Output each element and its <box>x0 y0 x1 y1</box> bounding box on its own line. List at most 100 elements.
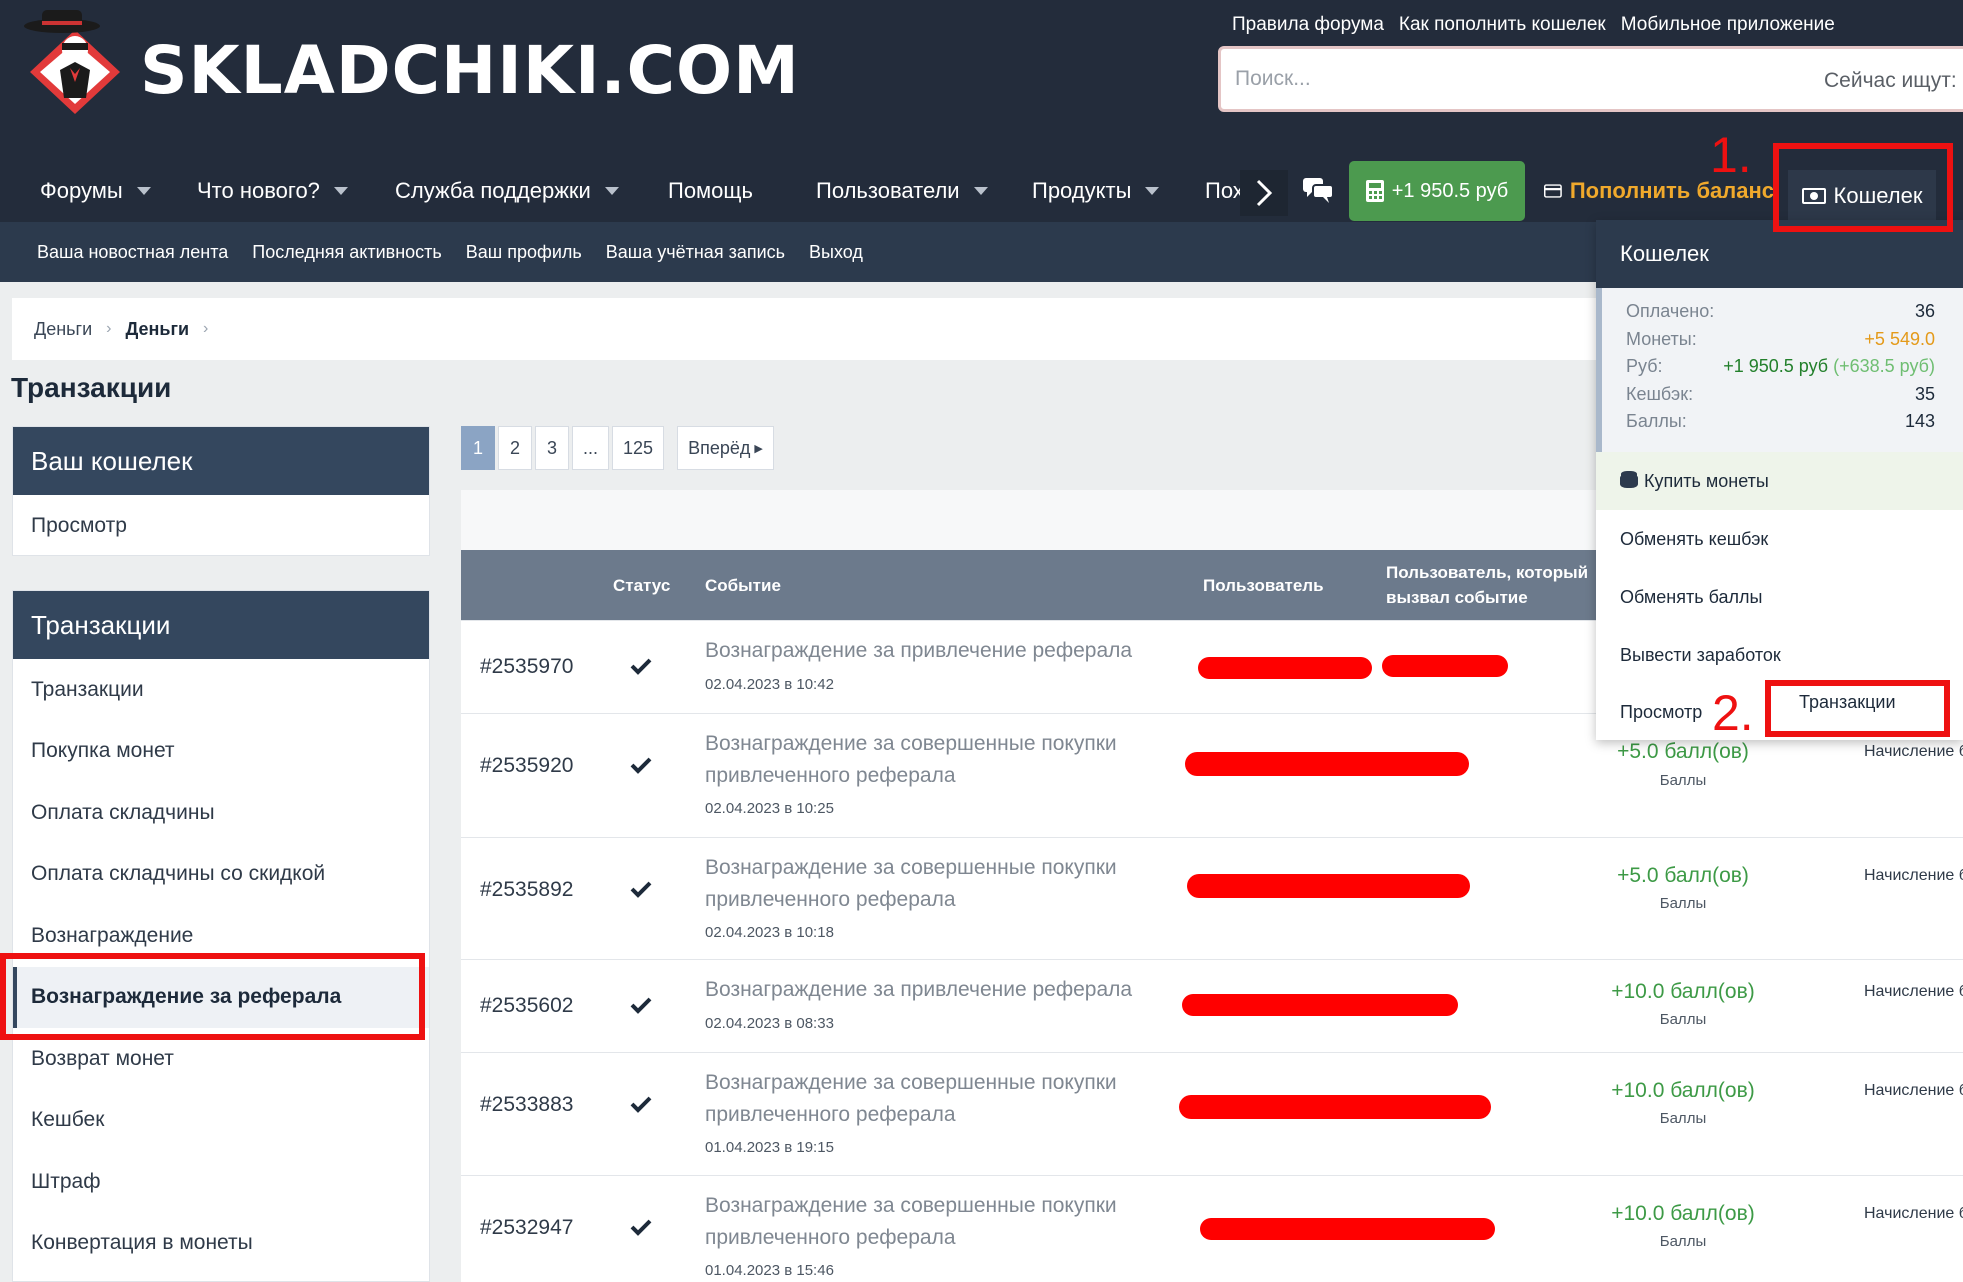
header-event[interactable]: Событие <box>705 550 781 620</box>
check-icon <box>630 1096 652 1113</box>
sidebar-item-transactions[interactable]: Транзакции <box>13 659 429 721</box>
check-icon <box>630 881 652 898</box>
subnav-your-profile[interactable]: Ваш профиль <box>466 242 582 263</box>
nav-products[interactable]: Продукты <box>1032 178 1160 204</box>
annotation-box-transactions <box>1765 680 1950 737</box>
menu-buy-coins[interactable]: Купить монеты <box>1596 452 1963 510</box>
transaction-id[interactable]: #2535920 <box>480 754 573 778</box>
search-input[interactable] <box>1235 61 1635 97</box>
sidebar-wallet-title: Ваш кошелек <box>13 427 429 495</box>
sidebar-item-coin-purchase[interactable]: Покупка монет <box>13 721 429 783</box>
check-icon <box>630 658 652 675</box>
spy-logo-icon <box>24 10 120 114</box>
annotation-box-referral <box>0 953 425 1040</box>
header-status[interactable]: Статус <box>613 550 670 620</box>
amount-value: +10.0 балл(ов) <box>1611 980 1755 1003</box>
table-row[interactable]: #2535602 Вознаграждение за привлечение р… <box>461 959 1963 1052</box>
header-user[interactable]: Пользователь <box>1203 550 1324 620</box>
chat-icon[interactable] <box>1303 178 1334 209</box>
amount-value: +10.0 балл(ов) <box>1611 1202 1755 1225</box>
menu-view[interactable]: Просмотр <box>1620 702 1702 723</box>
annotation-box-wallet <box>1773 143 1953 232</box>
amount-unit: Баллы <box>1659 1110 1707 1127</box>
nav-truncated-item[interactable]: Пох <box>1205 178 1241 204</box>
subnav-latest-activity[interactable]: Последняя активность <box>252 242 442 263</box>
event-text: Вознаграждение за совершенные покупки пр… <box>705 1194 1117 1249</box>
event-date: 02.04.2023 в 10:42 <box>705 676 834 693</box>
page-last[interactable]: 125 <box>612 426 665 470</box>
breadcrumb-item[interactable]: Деньги <box>125 319 189 340</box>
check-icon <box>630 997 652 1014</box>
event-date: 02.04.2023 в 10:25 <box>705 800 834 817</box>
link-mobile-app[interactable]: Мобильное приложение <box>1621 14 1835 36</box>
caret-down-icon[interactable] <box>1145 187 1160 195</box>
transaction-description: Начисление б привлеченно <box>1864 1082 1963 1099</box>
logo-text: SKLADCHIKI.COM <box>140 32 800 109</box>
check-icon <box>630 1219 652 1236</box>
caret-down-icon[interactable] <box>333 187 348 195</box>
balance-button[interactable]: +1 950.5 руб <box>1349 161 1525 221</box>
table-row[interactable]: #2533883 Вознаграждение за совершенные п… <box>461 1052 1963 1175</box>
subnav-news-feed[interactable]: Ваша новостная лента <box>37 242 228 263</box>
event-text: Вознаграждение за совершенные покупки пр… <box>705 856 1117 911</box>
nav-scroll-button[interactable] <box>1240 170 1288 216</box>
breadcrumb-item[interactable]: Деньги <box>34 319 92 340</box>
nav-whats-new[interactable]: Что нового? <box>197 178 348 204</box>
menu-exchange-cashback[interactable]: Обменять кешбэк <box>1596 510 1963 568</box>
amount-unit: Баллы <box>1659 1233 1707 1250</box>
header-caused-by[interactable]: Пользователь, который вызвал событие <box>1386 550 1606 620</box>
event-text: Вознаграждение за привлечение реферала <box>705 978 1133 1001</box>
sidebar-item-cashback[interactable]: Кешбек <box>13 1090 429 1152</box>
menu-exchange-points[interactable]: Обменять баллы <box>1596 568 1963 626</box>
nav-help[interactable]: Помощь <box>668 178 753 204</box>
caret-down-icon[interactable] <box>973 187 988 195</box>
pagination: 1 2 3 ... 125 Вперёд ▶ <box>461 426 774 470</box>
redaction-mark <box>1200 1218 1495 1240</box>
sidebar-item-penalty[interactable]: Штраф <box>13 1151 429 1213</box>
page-1[interactable]: 1 <box>461 426 495 470</box>
amount-unit: Баллы <box>1659 772 1707 789</box>
nav-support[interactable]: Служба поддержки <box>395 178 619 204</box>
stat-coins: Монеты: +5 549.0 <box>1626 328 1935 349</box>
sidebar-item-payment[interactable]: Оплата складчины <box>13 782 429 844</box>
nav-forums[interactable]: Форумы <box>40 178 151 204</box>
breadcrumb: Деньги › Деньги › <box>12 298 1612 360</box>
event-date: 01.04.2023 в 15:46 <box>705 1262 834 1279</box>
transaction-id[interactable]: #2535602 <box>480 994 573 1018</box>
sidebar-item-view[interactable]: Просмотр <box>13 495 429 557</box>
annotation-step-2: 2. <box>1712 685 1754 741</box>
link-how-to-topup[interactable]: Как пополнить кошелек <box>1399 14 1606 36</box>
menu-withdraw[interactable]: Вывести заработок <box>1596 626 1963 684</box>
amount-unit: Баллы <box>1659 1011 1707 1028</box>
caret-right-icon: ▶ <box>754 442 763 455</box>
page-3[interactable]: 3 <box>535 426 569 470</box>
sidebar-item-discount-payment[interactable]: Оплата складчины со скидкой <box>13 844 429 906</box>
next-page-label: Вперёд <box>688 437 751 458</box>
transaction-id[interactable]: #2535970 <box>480 655 573 679</box>
caret-down-icon[interactable] <box>136 187 151 195</box>
transaction-id[interactable]: #2535892 <box>480 878 573 902</box>
transaction-id[interactable]: #2533883 <box>480 1093 573 1117</box>
event-date: 02.04.2023 в 10:18 <box>705 924 834 941</box>
page-ellipsis[interactable]: ... <box>572 426 610 470</box>
subnav-your-account[interactable]: Ваша учётная запись <box>606 242 785 263</box>
site-logo[interactable]: SKLADCHIKI.COM <box>20 10 799 120</box>
top-links: Правила форума Как пополнить кошелек Моб… <box>1232 14 1835 36</box>
next-page-button[interactable]: Вперёд ▶ <box>677 426 774 470</box>
chevron-right-icon <box>1256 179 1273 207</box>
transaction-description: Начисление б привлеченно <box>1864 1205 1963 1222</box>
table-row[interactable]: #2535892 Вознаграждение за совершенные п… <box>461 837 1963 959</box>
stat-paid: Оплачено: 36 <box>1626 301 1935 321</box>
event-date: 02.04.2023 в 08:33 <box>705 1015 834 1032</box>
caret-down-icon[interactable] <box>604 187 619 195</box>
nav-users[interactable]: Пользователи <box>816 178 988 204</box>
sidebar-wallet-block: Ваш кошелек Просмотр <box>12 426 430 556</box>
calculator-icon <box>1365 180 1384 202</box>
wallet-dropdown: Кошелек Оплачено: 36 Монеты: +5 549.0 Руб:… <box>1596 220 1963 740</box>
page-2[interactable]: 2 <box>498 426 532 470</box>
subnav-logout[interactable]: Выход <box>809 242 863 263</box>
link-forum-rules[interactable]: Правила форума <box>1232 14 1384 36</box>
transaction-id[interactable]: #2532947 <box>480 1216 573 1240</box>
sidebar-item-conversion[interactable]: Конвертация в монеты <box>13 1213 429 1275</box>
table-row[interactable]: #2532947 Вознаграждение за совершенные п… <box>461 1175 1963 1282</box>
